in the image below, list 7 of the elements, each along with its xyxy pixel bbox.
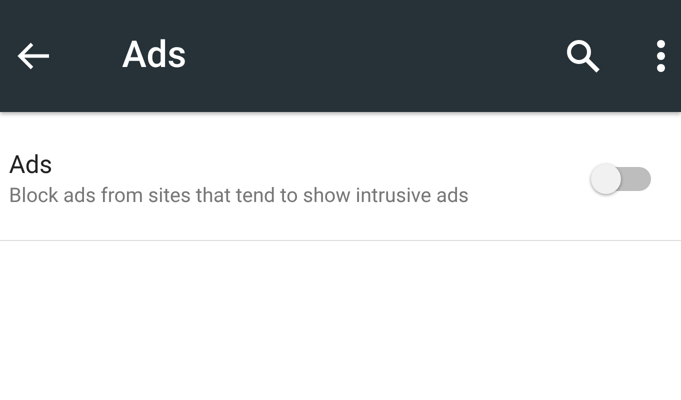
toggle-switch[interactable] [591,164,651,194]
setting-title: Ads [9,150,54,182]
setting-summary: Block ads from sites that tend to show intrusive ads [9,182,470,208]
more-options-icon[interactable] [657,40,665,72]
back-arrow-icon[interactable] [16,41,50,71]
screen-title: Ads [122,33,186,80]
search-icon[interactable] [565,38,601,74]
